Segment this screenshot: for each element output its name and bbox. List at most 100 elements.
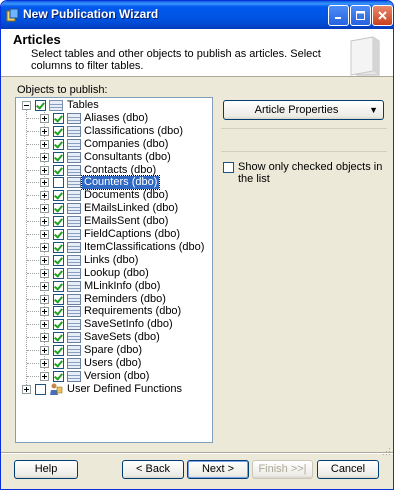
tree-node-label: ItemClassifications (dbo): [84, 240, 205, 253]
tree-node-table[interactable]: MLinkInfo (dbo): [16, 280, 212, 293]
expand-icon[interactable]: [40, 165, 49, 175]
table-checkbox[interactable]: [53, 280, 64, 292]
user-defined-function-icon: [50, 383, 63, 395]
collapse-icon[interactable]: [22, 101, 31, 110]
tree-node-label: Tables: [67, 99, 99, 111]
tree-node-table[interactable]: Spare (dbo): [16, 344, 212, 357]
table-icon: [67, 280, 81, 292]
expand-icon[interactable]: [40, 333, 49, 343]
tree-node-label: EMailsLinked (dbo): [84, 202, 179, 215]
table-checkbox[interactable]: [53, 345, 64, 357]
table-checkbox[interactable]: [53, 358, 64, 369]
show-only-checked-checkbox[interactable]: [223, 162, 234, 173]
expand-icon[interactable]: [40, 346, 49, 356]
tree-node-tables[interactable]: Tables: [16, 99, 206, 112]
tree-connector: [27, 298, 41, 300]
tree-node-table[interactable]: Consultants (dbo): [16, 151, 212, 164]
table-checkbox[interactable]: [53, 177, 64, 189]
table-checkbox[interactable]: [53, 138, 64, 150]
tree-node-table[interactable]: Contacts (dbo): [16, 164, 212, 177]
expand-icon[interactable]: [40, 294, 49, 304]
table-checkbox[interactable]: [53, 254, 64, 266]
table-checkbox[interactable]: [53, 151, 64, 163]
tree-node-table[interactable]: EMailsSent (dbo): [16, 215, 212, 228]
table-checkbox[interactable]: [53, 216, 64, 228]
article-properties-button[interactable]: Article Properties ▼: [223, 100, 384, 120]
next-button[interactable]: Next >: [187, 460, 249, 479]
table-icon: [67, 203, 81, 215]
table-icon: [67, 164, 81, 176]
resize-grip-icon[interactable]: [381, 446, 391, 456]
table-checkbox[interactable]: [53, 164, 64, 176]
expand-icon[interactable]: [40, 217, 49, 227]
expand-icon[interactable]: [40, 371, 49, 381]
table-checkbox[interactable]: [53, 319, 64, 331]
tree-node-table[interactable]: EMailsLinked (dbo): [16, 202, 212, 215]
tree-node-table[interactable]: ItemClassifications (dbo): [16, 241, 212, 254]
table-checkbox[interactable]: [53, 229, 64, 240]
tree-node-table[interactable]: Links (dbo): [16, 254, 212, 267]
expand-icon[interactable]: [40, 268, 49, 278]
tree-node-table[interactable]: SaveSetInfo (dbo): [16, 318, 212, 331]
close-button[interactable]: [372, 5, 393, 26]
expand-icon[interactable]: [40, 359, 49, 368]
table-checkbox[interactable]: [53, 267, 64, 279]
tree-node-table[interactable]: Version (dbo): [16, 370, 212, 383]
table-checkbox[interactable]: [53, 306, 64, 318]
minimize-button[interactable]: [328, 5, 349, 26]
table-checkbox[interactable]: [53, 332, 64, 344]
tree-node-label: SaveSetInfo (dbo): [84, 318, 173, 331]
table-checkbox[interactable]: [53, 112, 64, 124]
expand-icon[interactable]: [40, 242, 49, 252]
tree-node-label: User Defined Functions: [67, 382, 182, 395]
expand-icon[interactable]: [40, 230, 49, 239]
help-button[interactable]: Help: [14, 460, 78, 479]
tree-node-udf[interactable]: User Defined Functions: [16, 383, 206, 396]
tree-node-table[interactable]: FieldCaptions (dbo): [16, 228, 212, 241]
tree-node-table[interactable]: Users (dbo): [16, 357, 212, 370]
table-checkbox[interactable]: [53, 370, 64, 382]
tree-node-table[interactable]: Lookup (dbo): [16, 267, 212, 280]
tree-connector: [27, 208, 41, 210]
tree-node-table[interactable]: Counters (dbo): [16, 175, 212, 191]
title-bar[interactable]: New Publication Wizard: [1, 1, 393, 29]
tree-node-table[interactable]: SaveSets (dbo): [16, 331, 212, 344]
expand-icon[interactable]: [40, 255, 49, 265]
app-icon: [6, 8, 19, 22]
objects-to-publish-label: Objects to publish:: [17, 84, 108, 96]
table-checkbox[interactable]: [53, 241, 64, 253]
objects-tree[interactable]: Tables Aliases (dbo) Classifications (dbo)…: [15, 97, 213, 443]
expand-icon[interactable]: [40, 178, 49, 188]
expand-icon[interactable]: [40, 307, 49, 317]
expand-icon[interactable]: [40, 320, 49, 330]
expand-icon[interactable]: [40, 113, 49, 123]
expand-icon[interactable]: [40, 139, 49, 149]
table-checkbox[interactable]: [53, 203, 64, 215]
page-title: Articles: [13, 32, 61, 47]
tree-node-table[interactable]: Requirements (dbo): [16, 305, 212, 318]
tree-node-table[interactable]: Companies (dbo): [16, 138, 212, 151]
expand-icon[interactable]: [40, 281, 49, 291]
tree-node-table[interactable]: Classifications (dbo): [16, 125, 212, 138]
back-button[interactable]: < Back: [122, 460, 184, 479]
expand-icon[interactable]: [22, 384, 31, 394]
table-icon: [67, 267, 81, 279]
expand-icon[interactable]: [40, 152, 49, 162]
tree-node-label: Requirements (dbo): [84, 305, 182, 318]
expand-icon[interactable]: [40, 126, 49, 136]
table-checkbox[interactable]: [53, 190, 64, 202]
table-checkbox[interactable]: [53, 293, 64, 305]
tables-checkbox[interactable]: [35, 100, 46, 111]
maximize-button[interactable]: [350, 5, 371, 26]
tree-node-table[interactable]: Documents (dbo): [16, 189, 212, 202]
udf-checkbox[interactable]: [35, 383, 46, 395]
tree-connector: [27, 195, 41, 197]
cancel-button[interactable]: Cancel: [317, 460, 379, 479]
tree-node-table[interactable]: Reminders (dbo): [16, 293, 212, 306]
expand-icon[interactable]: [40, 204, 49, 214]
tree-node-table[interactable]: Aliases (dbo): [16, 112, 212, 125]
tree-node-label: Links (dbo): [84, 253, 139, 266]
tree-connector: [27, 221, 41, 223]
table-checkbox[interactable]: [53, 125, 64, 137]
expand-icon[interactable]: [40, 191, 49, 201]
